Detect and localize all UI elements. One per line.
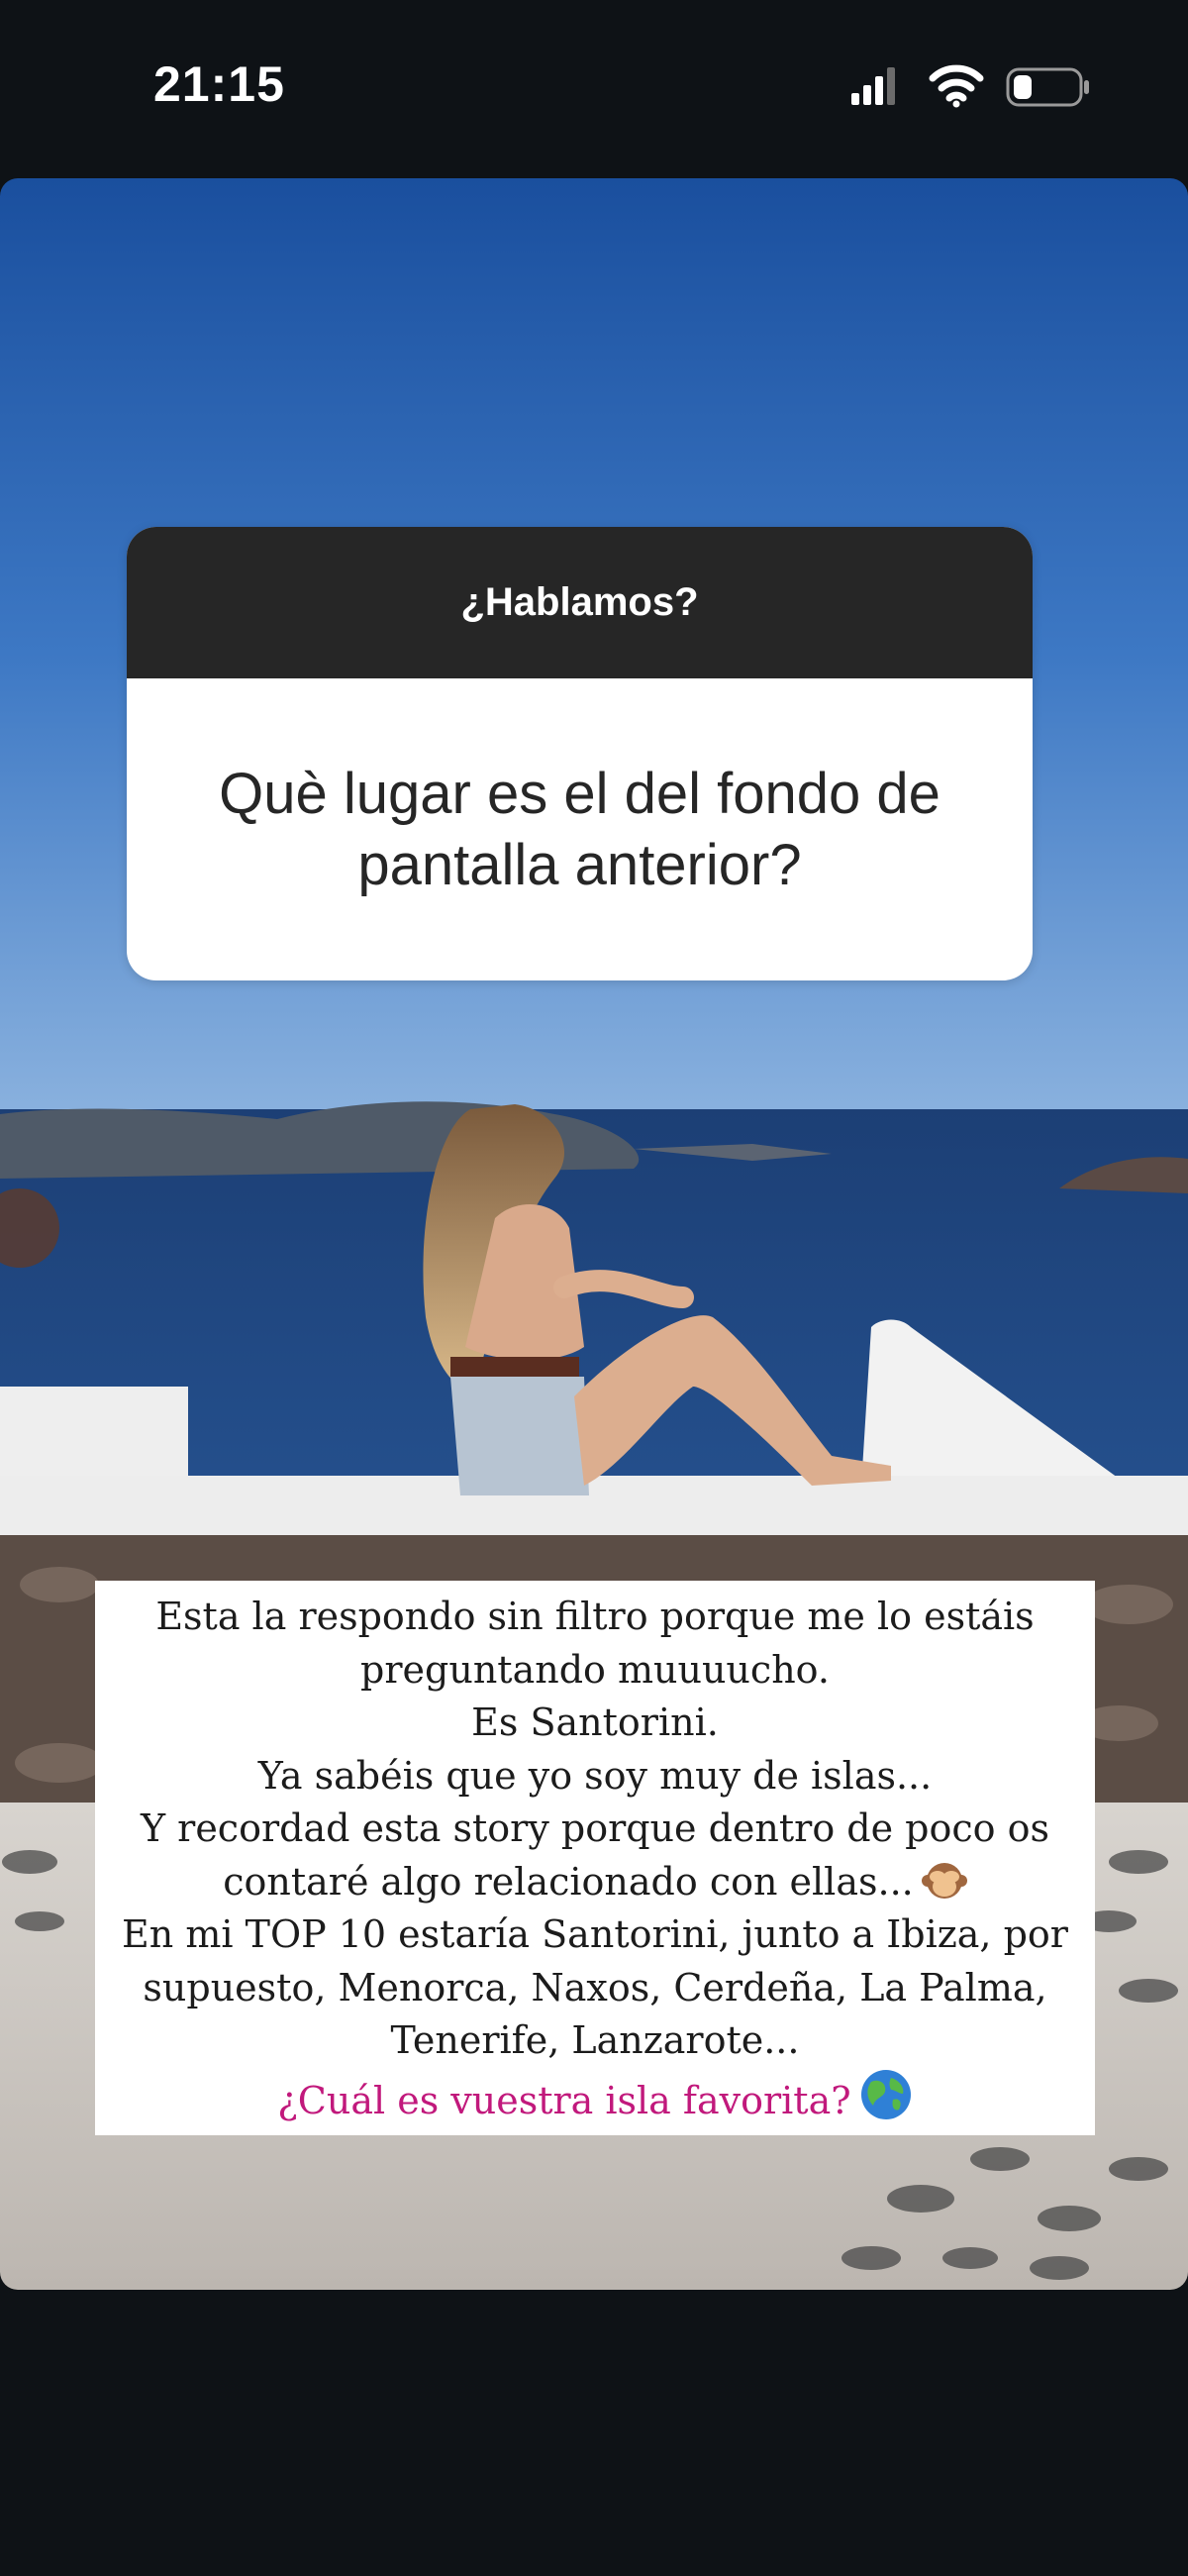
- story-frame[interactable]: ¿Hablamos? Què lugar es el del fondo de …: [0, 178, 1188, 2290]
- wifi-icon: [929, 64, 984, 108]
- cellular-signal-icon: [851, 67, 895, 105]
- story-caption: Esta la respondo sin filtro porque me lo…: [95, 1581, 1095, 2135]
- status-time: 21:15: [153, 56, 285, 112]
- question-sticker-text: Què lugar es el del fondo de pantalla an…: [219, 761, 940, 897]
- caption-line: En mi TOP 10 estaría Santorini, junto a …: [122, 1912, 1068, 1956]
- caption-line: Y recordad esta story porque dentro de p…: [140, 1806, 1049, 1850]
- caption-line: Ya sabéis que yo soy muy de islas...: [257, 1753, 933, 1798]
- battery-icon: [1006, 67, 1089, 107]
- globe-icon: [860, 2069, 911, 2119]
- question-sticker[interactable]: ¿Hablamos? Què lugar es el del fondo de …: [127, 527, 1033, 980]
- caption-line: preguntando muuuucho.: [360, 1647, 830, 1692]
- caption-line: Tenerife, Lanzarote...: [390, 2018, 800, 2062]
- see-no-evil-monkey-icon: [921, 1862, 967, 1899]
- caption-line: Es Santorini.: [471, 1700, 719, 1744]
- caption-line: Esta la respondo sin filtro porque me lo…: [155, 1595, 1035, 1638]
- caption-line-text: contaré algo relacionado con ellas...: [223, 1859, 914, 1904]
- status-bar: 21:15: [0, 0, 1188, 168]
- caption-line: supuesto, Menorca, Naxos, Cerdeña, La Pa…: [143, 1965, 1047, 2009]
- caption-line-with-emoji: contaré algo relacionado con ellas...: [103, 1856, 1087, 1909]
- question-sticker-header: ¿Hablamos?: [127, 527, 1033, 678]
- caption-highlight-text: ¿Cuál es vuestra isla favorita?: [277, 2078, 851, 2122]
- caption-highlight-line: ¿Cuál es vuestra isla favorita?: [103, 2068, 1087, 2128]
